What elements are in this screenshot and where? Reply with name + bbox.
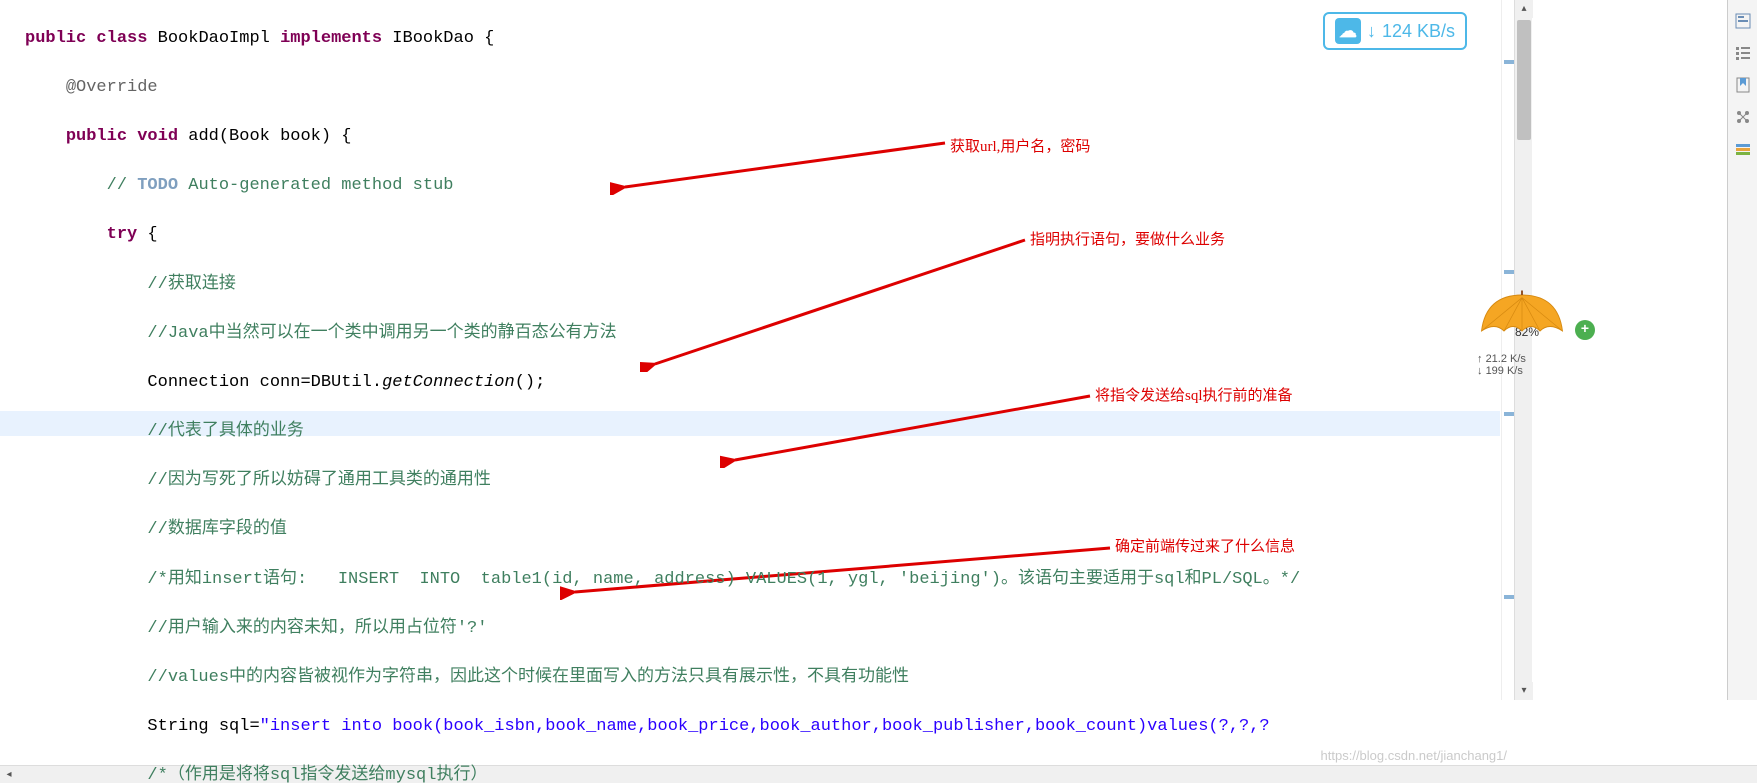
task-list-icon[interactable]: [1732, 42, 1754, 64]
down-arrow-icon: ↓: [1477, 365, 1483, 377]
umbrella-icon: [1477, 290, 1567, 345]
keyword: void: [137, 127, 178, 146]
comment: //代表了具体的业务: [147, 422, 303, 441]
method-call: getConnection: [382, 373, 515, 392]
code: String sql=: [147, 717, 259, 736]
annotation: @Override: [66, 78, 158, 97]
interface-name: IBookDao {: [392, 29, 494, 48]
add-button[interactable]: +: [1575, 320, 1595, 340]
scroll-down-arrow-icon[interactable]: ▾: [1515, 682, 1533, 700]
code: ();: [515, 373, 546, 392]
download-speed: 199 K/s: [1486, 365, 1523, 377]
code-editor[interactable]: public class BookDaoImpl implements IBoo…: [0, 0, 1500, 783]
keyword: public: [66, 127, 127, 146]
comment: /*（作用是将将sql指令发送给mysql执行）: [147, 766, 487, 783]
comment: //Java中当然可以在一个类中调用另一个类的静百态公有方法: [147, 324, 616, 343]
outline-icon[interactable]: [1732, 10, 1754, 32]
method-sig: add(Book book) {: [188, 127, 351, 146]
scrollbar-thumb[interactable]: [1517, 20, 1531, 140]
comment: //: [107, 176, 138, 195]
comment: //values中的内容皆被视作为字符串，因此这个时候在里面写入的方法只具有展示…: [147, 668, 909, 687]
comment: //数据库字段的值: [147, 520, 286, 539]
comment: //因为写死了所以妨碍了通用工具类的通用性: [147, 471, 490, 490]
layers-icon[interactable]: [1732, 138, 1754, 160]
bookmark-icon[interactable]: [1732, 74, 1754, 96]
right-toolbar: [1727, 0, 1757, 700]
watermark: https://blog.csdn.net/jianchang1/: [1321, 748, 1507, 763]
upload-speed: 21.2 K/s: [1486, 353, 1526, 365]
hierarchy-icon[interactable]: [1732, 106, 1754, 128]
code: Connection conn=DBUtil.: [147, 373, 382, 392]
comment: //用户输入来的内容未知，所以用占位符'?': [147, 619, 487, 638]
keyword: implements: [280, 29, 382, 48]
todo-tag: TODO: [137, 176, 178, 195]
umbrella-widget[interactable]: 82% ↑ 21.2 K/s ↓ 199 K/s +: [1477, 290, 1577, 400]
up-arrow-icon: ↑: [1477, 353, 1483, 365]
comment: Auto-generated method stub: [178, 176, 453, 195]
comment: /*用知insert语句: INSERT INTO table1(id, nam…: [147, 570, 1300, 589]
class-name: BookDaoImpl: [158, 29, 270, 48]
keyword: try: [107, 225, 138, 244]
scroll-up-arrow-icon[interactable]: ▴: [1515, 0, 1533, 18]
keyword: class: [96, 29, 147, 48]
code: {: [137, 225, 157, 244]
string-literal: "insert into book(book_isbn,book_name,bo…: [260, 717, 1270, 736]
scroll-left-arrow-icon[interactable]: ◂: [0, 766, 18, 784]
code-content: public class BookDaoImpl implements IBoo…: [0, 0, 1500, 783]
comment: //获取连接: [147, 275, 235, 294]
keyword: public: [25, 29, 86, 48]
